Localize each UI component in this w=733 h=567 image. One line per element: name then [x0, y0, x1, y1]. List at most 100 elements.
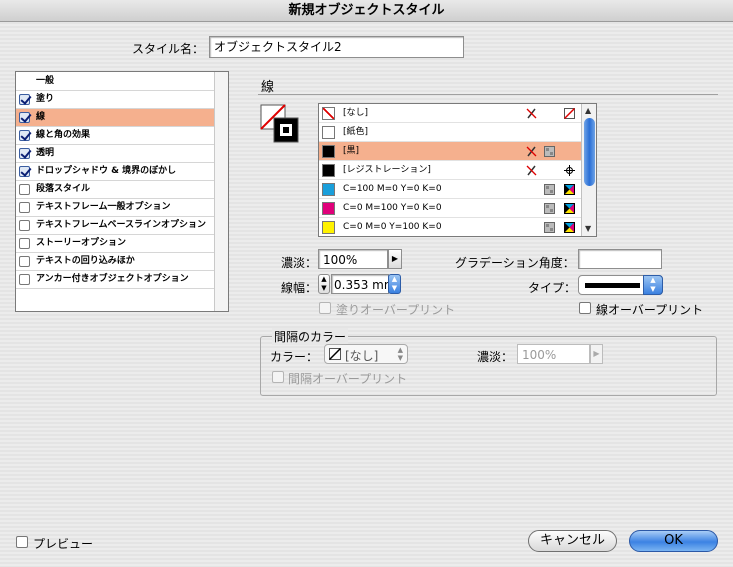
weight-stepper-icon[interactable]: ▲ ▼	[318, 274, 330, 294]
swatch-row[interactable]: [なし]	[319, 104, 581, 123]
swatch-row[interactable]: [紙色]	[319, 123, 581, 142]
sidebar-item[interactable]: 塗り	[16, 91, 214, 109]
style-name-input[interactable]: オブジェクトスタイル2	[209, 36, 464, 58]
sidebar-item-checkbox[interactable]	[19, 148, 30, 159]
fill-stroke-proxy-icon[interactable]	[260, 104, 302, 146]
gap-color-value: [なし]	[345, 349, 379, 363]
process-color-icon	[544, 146, 555, 157]
process-color-icon	[544, 222, 555, 233]
stroke-type-preview	[585, 283, 640, 288]
ok-button[interactable]: OK	[629, 530, 718, 552]
gap-overprint-label: 間隔オーバープリント	[288, 372, 408, 386]
sidebar-item-label: 一般	[36, 76, 55, 86]
category-list-scrollbar[interactable]	[214, 72, 228, 311]
process-color-icon	[544, 203, 555, 214]
sidebar-item[interactable]: 段落スタイル	[16, 181, 214, 199]
swatch-row[interactable]: C=0 M=100 Y=0 K=0	[319, 199, 581, 218]
stroke-type-arrow-icon[interactable]: ▲ ▼	[643, 275, 663, 295]
fill-overprint-checkbox[interactable]	[319, 302, 331, 314]
swatch-chip	[322, 126, 335, 139]
sidebar-item-label: ストーリーオプション	[36, 238, 127, 248]
sidebar-item[interactable]: 透明	[16, 145, 214, 163]
stroke-overprint-checkbox[interactable]	[579, 302, 591, 314]
sidebar-item-label: 段落スタイル	[36, 184, 91, 194]
category-list: 一般塗り線線と角の効果 透明ドロップシャドウ & 境界のぼかし 段落スタイルテキスト…	[15, 71, 229, 312]
gap-tint-label: 濃淡：	[477, 350, 514, 364]
scroll-down-icon[interactable]: ▼	[585, 224, 591, 234]
weight-input[interactable]: 0.353 mm	[331, 274, 389, 294]
gradient-angle-label: グラデーション角度：	[455, 256, 575, 270]
swatch-row[interactable]: C=100 M=0 Y=0 K=0	[319, 180, 581, 199]
tint-popup-arrow-icon[interactable]: ▶	[388, 249, 402, 269]
non-editable-icon	[526, 165, 537, 176]
sidebar-item-checkbox[interactable]	[19, 130, 30, 141]
sidebar-item[interactable]: テキストフレーム一般オプション	[16, 199, 214, 217]
gap-color-label: カラー：	[270, 350, 319, 364]
swatch-row[interactable]: [黒]	[319, 142, 581, 161]
sidebar-item-label: 線	[36, 112, 46, 122]
sidebar-item-label: テキストフレーム一般オプション	[36, 202, 171, 212]
gap-tint-arrow-icon[interactable]: ▶	[590, 344, 603, 364]
sidebar-item-label: 透明	[36, 148, 55, 158]
gap-tint-input[interactable]: 100%	[517, 344, 590, 364]
swatch-chip	[322, 183, 335, 196]
sidebar-item[interactable]: ストーリーオプション	[16, 235, 214, 253]
section-divider	[258, 94, 718, 95]
swatch-list-scrollbar[interactable]: ▲ ▼	[581, 104, 596, 236]
swatch-name: [黒]	[343, 146, 360, 156]
gap-color-arrow-icon: ▲ ▼	[397, 346, 403, 362]
sidebar-item-label: 線と角の効果	[36, 130, 91, 140]
cancel-button[interactable]: キャンセル	[528, 530, 617, 552]
gap-overprint-checkbox[interactable]	[272, 371, 284, 383]
sidebar-item-checkbox[interactable]	[19, 184, 30, 195]
sidebar-item-checkbox[interactable]	[19, 238, 30, 249]
cmyk-mode-icon	[564, 203, 575, 214]
sidebar-item-label: テキストフレームベースラインオプション	[36, 220, 207, 230]
window-title: 新規オブジェクトスタイル	[0, 0, 733, 22]
swatch-name: C=0 M=100 Y=0 K=0	[343, 203, 442, 213]
swatch-chip	[322, 221, 335, 234]
tint-input[interactable]: 100%	[318, 249, 388, 269]
sidebar-item-checkbox[interactable]	[19, 202, 30, 213]
registration-icon	[564, 165, 575, 176]
type-label: タイプ：	[528, 281, 577, 295]
gap-color-select[interactable]: [なし] ▲ ▼	[324, 344, 408, 364]
section-title: 線	[261, 80, 275, 95]
sidebar-item[interactable]: テキストフレームベースラインオプション	[16, 217, 214, 235]
gradient-angle-input[interactable]	[578, 249, 662, 269]
stroke-overprint-label: 線オーバープリント	[596, 303, 704, 317]
sidebar-item[interactable]: 線	[16, 109, 214, 127]
swatch-name: [なし]	[343, 108, 369, 118]
stroke-type-select[interactable]: ▲ ▼	[578, 275, 663, 295]
sidebar-item[interactable]: テキストの回り込みほか	[16, 253, 214, 271]
none-swatch-icon	[329, 348, 341, 360]
sidebar-item-checkbox[interactable]	[19, 220, 30, 231]
swatch-chip	[322, 107, 335, 120]
sidebar-item-label: ドロップシャドウ & 境界のぼかし	[36, 166, 177, 176]
sidebar-item[interactable]: 線と角の効果	[16, 127, 214, 145]
swatch-name: [レジストレーション]	[343, 165, 431, 175]
sidebar-item-checkbox[interactable]	[19, 166, 30, 177]
sidebar-item-checkbox[interactable]	[19, 256, 30, 267]
preview-label: プレビュー	[33, 537, 94, 551]
scrollbar-thumb[interactable]	[584, 118, 595, 186]
sidebar-item[interactable]: アンカー付きオブジェクトオプション	[16, 271, 214, 289]
swatch-name: C=100 M=0 Y=0 K=0	[343, 184, 442, 194]
sidebar-item[interactable]: ドロップシャドウ & 境界のぼかし	[16, 163, 214, 181]
preview-checkbox[interactable]	[16, 536, 28, 548]
scroll-up-icon[interactable]: ▲	[585, 106, 591, 116]
non-editable-icon	[526, 108, 537, 119]
swatch-chip	[322, 145, 335, 158]
gap-color-title: 間隔のカラー	[272, 328, 349, 345]
sidebar-item-checkbox[interactable]	[19, 112, 30, 123]
sidebar-item-checkbox[interactable]	[19, 94, 30, 105]
weight-popup-icon[interactable]: ▲ ▼	[388, 274, 401, 294]
swatch-row[interactable]: C=0 M=0 Y=100 K=0	[319, 218, 581, 236]
sidebar-item-label: テキストの回り込みほか	[36, 256, 135, 266]
sidebar-item-checkbox[interactable]	[19, 274, 30, 285]
swatch-list: [なし] [紙色] [黒] [レジストレーション] C=100 M=0 Y=0 K=0 C…	[318, 103, 597, 237]
swatch-row[interactable]: [レジストレーション]	[319, 161, 581, 180]
style-name-label: スタイル名：	[132, 42, 205, 56]
swatch-name: [紙色]	[343, 127, 369, 137]
sidebar-item[interactable]: 一般	[16, 73, 214, 91]
